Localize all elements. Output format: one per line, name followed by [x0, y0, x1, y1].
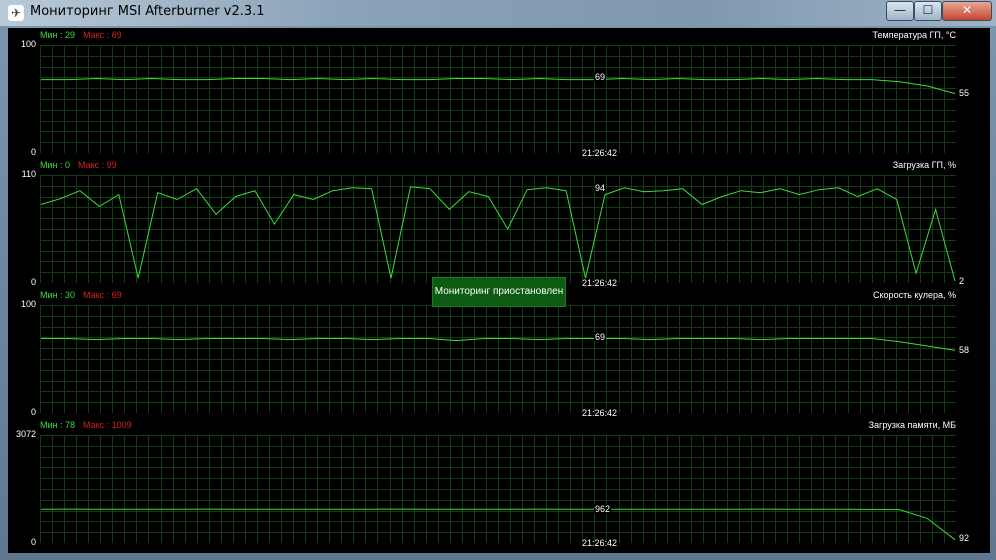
graph-memory-usage[interactable]: Мин : 78 Макс : 1009 Загрузка памяти, МБ … [8, 418, 990, 548]
graph-title: Загрузка ГП, % [892, 160, 956, 170]
minimize-button[interactable]: — [886, 1, 914, 21]
max-label: Макс : 69 [83, 290, 122, 300]
title-bar[interactable]: ✈ Мониторинг MSI Afterburner v2.3.1 — ☐ … [0, 0, 996, 26]
minmax-labels: Мин : 0 Макс : 99 [40, 160, 117, 170]
minmax-labels: Мин : 29 Макс : 69 [40, 30, 122, 40]
time-label: 21:26:42 [582, 278, 618, 288]
plot-area [40, 305, 956, 413]
graph-title: Загрузка памяти, МБ [868, 420, 956, 430]
plot-area [40, 435, 956, 543]
time-label: 21:26:42 [582, 148, 618, 158]
y-axis-max: 100 [20, 39, 36, 49]
y-axis-min: 0 [30, 147, 36, 157]
monitoring-area[interactable]: Мин : 29 Макс : 69 Температура ГП, °C 100… [8, 28, 990, 553]
max-label: Макс : 1009 [83, 420, 132, 430]
max-label: Макс : 69 [83, 30, 122, 40]
minmax-labels: Мин : 78 Макс : 1009 [40, 420, 132, 430]
y-axis-min: 0 [30, 537, 36, 547]
current-value: 92 [959, 533, 970, 543]
y-axis-max: 3072 [15, 429, 36, 439]
graph-title: Температура ГП, °C [872, 30, 956, 40]
current-value: 58 [959, 345, 970, 355]
graph-fan-speed[interactable]: Мин : 30 Макс : 69 Скорость кулера, % 100… [8, 288, 990, 418]
current-value: 2 [959, 276, 965, 286]
cursor-value: 69 [594, 332, 607, 342]
min-label: Мин : 30 [40, 290, 76, 300]
graph-title: Скорость кулера, % [873, 290, 956, 300]
monitoring-paused-notice: Мониторинг приостановлен [432, 277, 566, 307]
min-label: Мин : 78 [40, 420, 76, 430]
y-axis-max: 110 [21, 169, 36, 179]
window-title: Мониторинг MSI Afterburner v2.3.1 [30, 4, 265, 19]
graph-gpu-load[interactable]: Мин : 0 Макс : 99 Загрузка ГП, % 110 0 21… [8, 158, 990, 288]
plot-area [40, 175, 956, 283]
min-label: Мин : 0 [40, 160, 71, 170]
y-axis-min: 0 [30, 277, 36, 287]
plot-area [40, 45, 956, 153]
y-axis-min: 0 [30, 407, 36, 417]
time-label: 21:26:42 [582, 538, 618, 548]
maximize-button[interactable]: ☐ [914, 1, 942, 21]
cursor-value: 94 [594, 183, 607, 193]
current-value: 55 [959, 88, 970, 98]
afterburner-logo-icon: ✈ [8, 5, 24, 21]
cursor-value: 69 [594, 72, 607, 82]
time-label: 21:26:42 [582, 408, 618, 418]
close-button[interactable]: ✕ [942, 1, 992, 21]
y-axis-max: 100 [20, 299, 36, 309]
graph-gpu-temperature[interactable]: Мин : 29 Макс : 69 Температура ГП, °C 100… [8, 28, 990, 158]
cursor-value: 962 [594, 504, 612, 514]
min-label: Мин : 29 [40, 30, 76, 40]
max-label: Макс : 99 [78, 160, 117, 170]
minmax-labels: Мин : 30 Макс : 69 [40, 290, 122, 300]
app-window: ✈ Мониторинг MSI Afterburner v2.3.1 — ☐ … [0, 0, 996, 560]
